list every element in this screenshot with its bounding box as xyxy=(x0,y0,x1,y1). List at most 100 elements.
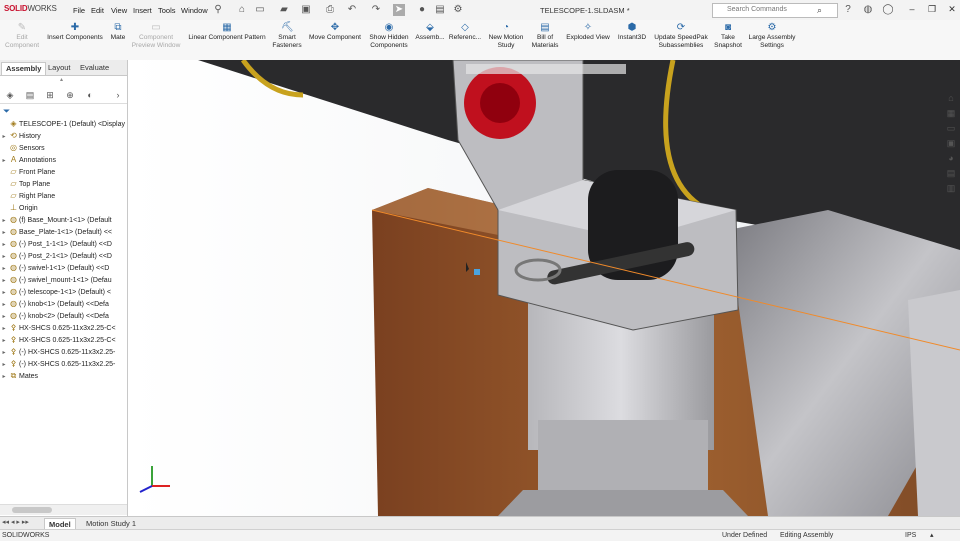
scrollbar-thumb[interactable] xyxy=(12,507,52,513)
new-document-icon[interactable]: ▭ xyxy=(254,4,266,16)
instant3d-button[interactable]: ⬢ Instant3D xyxy=(614,22,650,58)
appearances-icon[interactable]: ◕ xyxy=(944,152,958,165)
tree-item[interactable]: ▱ Front Plane xyxy=(0,166,125,178)
tree-item[interactable]: ▸ ◍ (-) telescope-1<1> (Default) < xyxy=(0,286,125,298)
menu-insert[interactable]: Insert xyxy=(133,6,152,15)
tab-scroll-arrows-icon[interactable]: ◂◂ ◂ ▸ ▸▸ xyxy=(2,518,29,526)
large-assembly-settings-button[interactable]: ⚙ Large Assembly Settings xyxy=(745,22,799,58)
component-preview-window-button[interactable]: ▭ Component Preview Window xyxy=(128,22,184,58)
expand-arrow-icon[interactable]: ▸ xyxy=(0,155,8,166)
expand-arrow-icon[interactable]: ▸ xyxy=(0,275,8,286)
tree-item[interactable]: ▸ ◍ (-) knob<2> (Default) <<Defa xyxy=(0,310,125,322)
tree-item[interactable]: ▸ ⧉ Mates xyxy=(0,370,125,382)
tab-assembly[interactable]: Assembly xyxy=(1,62,47,75)
bill-of-materials-button[interactable]: ▤ Bill of Materials xyxy=(528,22,562,58)
configuration-manager-icon[interactable]: ⊞ xyxy=(42,89,58,101)
expand-arrow-icon[interactable]: ▸ xyxy=(0,131,8,142)
expand-arrow-icon[interactable]: ▸ xyxy=(0,287,8,298)
display-manager-icon[interactable]: ◐ xyxy=(82,89,98,101)
view-palette-icon[interactable]: ▣ xyxy=(944,137,958,150)
tree-item[interactable]: ▸ A Annotations xyxy=(0,154,125,166)
tab-evaluate[interactable]: Evaluate xyxy=(76,62,113,74)
solidworks-resources-icon[interactable]: ⌂ xyxy=(944,92,958,105)
close-icon[interactable]: ✕ xyxy=(944,3,960,15)
tree-item[interactable]: ▸ ⟲ History xyxy=(0,130,125,142)
menu-file[interactable]: File xyxy=(73,6,85,15)
print-icon[interactable]: ⎙ xyxy=(324,4,336,16)
minimize-icon[interactable]: – xyxy=(904,3,920,15)
help-menu-icon[interactable]: ◯ xyxy=(882,4,894,16)
tree-item[interactable]: ▸ ◍ (-) swivel-1<1> (Default) <<D xyxy=(0,262,125,274)
tree-item[interactable]: ⊥ Origin xyxy=(0,202,125,214)
forum-icon[interactable]: ▥ xyxy=(944,182,958,195)
menu-view[interactable]: View xyxy=(111,6,127,15)
tree-item[interactable]: ◈ TELESCOPE-1 (Default) <Display S xyxy=(0,118,125,130)
open-icon[interactable]: ▰ xyxy=(278,4,290,16)
tree-item[interactable]: ▸ ◍ (f) Base_Mount-1<1> (Default xyxy=(0,214,125,226)
mate-button[interactable]: ⧉ Mate xyxy=(107,22,129,58)
expand-arrow-icon[interactable]: ▸ xyxy=(0,359,8,370)
graphics-area[interactable] xyxy=(128,60,960,516)
smart-fasteners-button[interactable]: ⛏ Smart Fasteners xyxy=(270,22,304,58)
file-properties-icon[interactable]: ▤ xyxy=(434,4,446,16)
show-hidden-components-button[interactable]: ◉ Show Hidden Components xyxy=(366,22,412,58)
search-icon[interactable]: ⌕ xyxy=(817,5,822,16)
collapse-arrow-icon[interactable]: ▴ xyxy=(60,76,63,83)
expand-panel-icon[interactable]: › xyxy=(110,89,126,101)
edit-component-button[interactable]: ✎ Edit Component xyxy=(2,22,42,58)
expand-arrow-icon[interactable]: ▸ xyxy=(0,335,8,346)
property-manager-icon[interactable]: ▤ xyxy=(22,89,38,101)
heads-up-toolbar[interactable] xyxy=(466,64,626,74)
save-icon[interactable]: ▣ xyxy=(300,4,312,16)
tab-layout[interactable]: Layout xyxy=(44,62,75,74)
pin-icon[interactable]: ⚲ xyxy=(212,4,224,16)
home-icon[interactable]: ⌂ xyxy=(236,4,248,16)
tree-item[interactable]: ▱ Top Plane xyxy=(0,178,125,190)
design-library-icon[interactable]: ▦ xyxy=(944,107,958,120)
tree-item[interactable]: ◎ Sensors xyxy=(0,142,125,154)
user-icon[interactable]: ◍ xyxy=(862,4,874,16)
reference-geometry-button[interactable]: ◇ Referenc... xyxy=(448,22,482,58)
take-snapshot-button[interactable]: ◙ Take Snapshot xyxy=(712,22,744,58)
tree-item[interactable]: ▸ ◍ (-) swivel_mount-1<1> (Defau xyxy=(0,274,125,286)
insert-components-button[interactable]: ✚ Insert Components xyxy=(44,22,106,58)
expand-arrow-icon[interactable]: ▸ xyxy=(0,311,8,322)
redo-icon[interactable]: ↷ xyxy=(370,4,382,16)
options-gear-icon[interactable]: ⚙ xyxy=(452,4,464,16)
expand-arrow-icon[interactable]: ▸ xyxy=(0,251,8,262)
tree-item[interactable]: ▸ ◍ (-) Post_2-1<1> (Default) <<D xyxy=(0,250,125,262)
tree-item[interactable]: ▸ ⚴ HX-SHCS 0.625-11x3x2.25-C< xyxy=(0,334,125,346)
feature-manager-icon[interactable]: ◈ xyxy=(2,89,18,101)
menu-window[interactable]: Window xyxy=(181,6,208,15)
tree-item[interactable]: ▸ ◍ (-) Post_1-1<1> (Default) <<D xyxy=(0,238,125,250)
dimxpert-icon[interactable]: ⊕ xyxy=(62,89,78,101)
expand-arrow-icon[interactable]: ▸ xyxy=(0,299,8,310)
expand-arrow-icon[interactable]: ▸ xyxy=(0,371,8,382)
tree-item[interactable]: ▸ ◍ (-) knob<1> (Default) <<Defa xyxy=(0,298,125,310)
expand-arrow-icon[interactable]: ▸ xyxy=(0,263,8,274)
expand-arrow-icon[interactable]: ▸ xyxy=(0,215,8,226)
expand-arrow-icon[interactable]: ▸ xyxy=(0,227,8,238)
help-icon[interactable]: ? xyxy=(842,4,854,16)
tree-item[interactable]: ▸ ⚴ (-) HX-SHCS 0.625-11x3x2.25- xyxy=(0,346,125,358)
expand-arrow-icon[interactable]: ▸ xyxy=(0,239,8,250)
update-speedpak-button[interactable]: ⟳ Update SpeedPak Subassemblies xyxy=(651,22,711,58)
tab-motion-study-1[interactable]: Motion Study 1 xyxy=(82,518,140,529)
restore-icon[interactable]: ❐ xyxy=(924,3,940,15)
rebuild-icon[interactable]: ● xyxy=(416,4,428,16)
move-component-button[interactable]: ✥ Move Component xyxy=(305,22,365,58)
tree-item[interactable]: ▸ ⚴ (-) HX-SHCS 0.625-11x3x2.25- xyxy=(0,358,125,370)
undo-icon[interactable]: ↶ xyxy=(346,4,358,16)
search-commands-input[interactable]: Search Commands ⌕ xyxy=(712,3,838,18)
assembly-features-button[interactable]: ⬙ Assemb... xyxy=(414,22,446,58)
tree-item[interactable]: ▱ Right Plane xyxy=(0,190,125,202)
filter-icon[interactable]: ⏷ xyxy=(3,106,10,117)
menu-edit[interactable]: Edit xyxy=(91,6,104,15)
menu-tools[interactable]: Tools xyxy=(158,6,176,15)
tree-scrollbar[interactable] xyxy=(0,504,127,515)
tree-item[interactable]: ▸ ◍ Base_Plate-1<1> (Default) << xyxy=(0,226,125,238)
exploded-view-button[interactable]: ✧ Exploded View xyxy=(563,22,613,58)
tree-item[interactable]: ▸ ⚴ HX-SHCS 0.625-11x3x2.25-C< xyxy=(0,322,125,334)
expand-arrow-icon[interactable]: ▸ xyxy=(0,347,8,358)
custom-properties-icon[interactable]: ▤ xyxy=(944,167,958,180)
